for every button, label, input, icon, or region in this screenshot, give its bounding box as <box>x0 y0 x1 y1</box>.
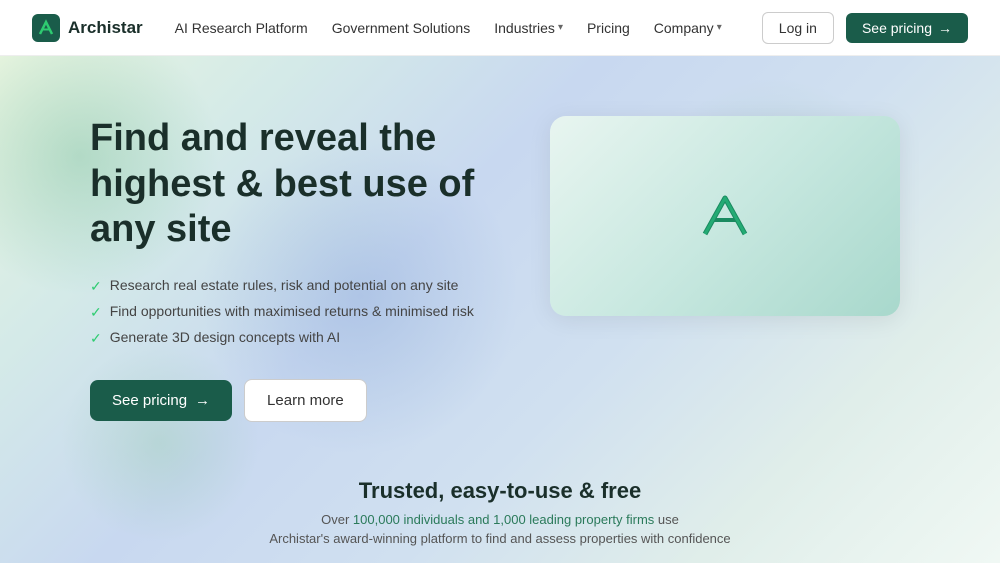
industries-chevron-icon: ▾ <box>558 22 563 33</box>
check-icon-1: ✓ <box>90 278 102 295</box>
nav-gov-solutions[interactable]: Government Solutions <box>332 20 471 36</box>
trusted-subtitle: Over 100,000 individuals and 1,000 leadi… <box>0 510 1000 549</box>
hero-left: Find and reveal the highest & best use o… <box>90 116 510 422</box>
logo-icon <box>32 14 60 42</box>
logo-text: Archistar <box>68 18 143 38</box>
hero-right <box>550 116 900 316</box>
hero-title: Find and reveal the highest & best use o… <box>90 116 510 253</box>
nav-links: AI Research Platform Government Solution… <box>175 20 762 36</box>
see-pricing-button[interactable]: See pricing → <box>90 380 232 421</box>
nav-ai-research[interactable]: AI Research Platform <box>175 20 308 36</box>
hero-product-card <box>550 116 900 316</box>
feature-3: ✓ Generate 3D design concepts with AI <box>90 329 510 347</box>
feature-1: ✓ Research real estate rules, risk and p… <box>90 277 510 295</box>
trusted-link[interactable]: 100,000 individuals and 1,000 leading pr… <box>353 512 654 527</box>
trusted-title: Trusted, easy-to-use & free <box>0 478 1000 504</box>
pricing-arrow-icon: → <box>195 392 210 409</box>
arrow-icon: → <box>938 20 952 36</box>
hero-buttons: See pricing → Learn more <box>90 379 510 422</box>
nav-company[interactable]: Company ▾ <box>654 20 722 36</box>
company-chevron-icon: ▾ <box>717 22 722 33</box>
login-button[interactable]: Log in <box>762 12 834 44</box>
navbar: Archistar AI Research Platform Governmen… <box>0 0 1000 56</box>
hero-features: ✓ Research real estate rules, risk and p… <box>90 277 510 347</box>
nav-see-pricing-button[interactable]: See pricing → <box>846 13 968 43</box>
check-icon-2: ✓ <box>90 304 102 321</box>
nav-actions: Log in See pricing → <box>762 12 968 44</box>
nav-industries[interactable]: Industries ▾ <box>494 20 563 36</box>
feature-2: ✓ Find opportunities with maximised retu… <box>90 303 510 321</box>
hero-section: Find and reveal the highest & best use o… <box>0 56 1000 563</box>
check-icon-3: ✓ <box>90 330 102 347</box>
learn-more-button[interactable]: Learn more <box>244 379 367 422</box>
nav-pricing[interactable]: Pricing <box>587 20 630 36</box>
hero-content: Find and reveal the highest & best use o… <box>0 56 1000 462</box>
product-logo-icon <box>695 186 755 246</box>
logo[interactable]: Archistar <box>32 14 143 42</box>
trusted-section: Trusted, easy-to-use & free Over 100,000… <box>0 462 1000 559</box>
